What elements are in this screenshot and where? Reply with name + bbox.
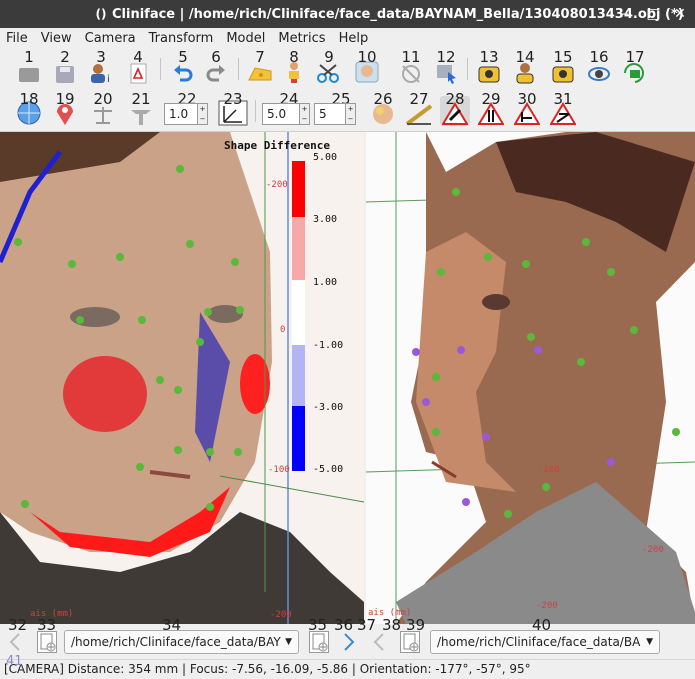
face-mask-button[interactable]: 10 — [352, 48, 382, 84]
pdf-report-button[interactable]: 4 — [123, 48, 153, 84]
view-toolbar: 18 19 20 21 22 1.0 + − 23 24 5.0 + − 25 5 … — [0, 90, 695, 132]
save-icon — [56, 66, 74, 83]
legend-band-mid-low — [292, 345, 305, 406]
left-add-document-button[interactable] — [37, 631, 57, 653]
open-folder-icon — [19, 68, 39, 82]
right-face-render: -100 -200 -200 ais (mm) — [366, 132, 695, 624]
legend-band-neutral — [292, 280, 305, 345]
right-axis-label-b: -200 — [536, 601, 558, 611]
spinbox-a[interactable]: 1.0 — [164, 103, 198, 125]
right-model-path-combo[interactable]: /home/rich/Cliniface/face_data/BA ▼ — [430, 630, 660, 654]
head-brain-button[interactable]: 26 — [368, 90, 398, 126]
legend-label-5: 5.00 — [313, 152, 338, 163]
app-icon: () — [95, 7, 107, 21]
warn-measure-b-button[interactable]: 29 — [476, 90, 506, 126]
left-add-document-button-2[interactable] — [309, 631, 329, 653]
left-3d-viewport[interactable]: -100 0 -200 ais (mm) -200 — [0, 132, 364, 624]
chevron-down-icon: ▼ — [646, 637, 653, 647]
viewport-controls-strip: 32 33 34 35 36 37 38 39 40 /home/rich/Cl… — [0, 616, 695, 659]
spinbox-b[interactable]: 5.0 — [262, 103, 300, 125]
maximize-button[interactable]: □ — [643, 4, 663, 24]
legend-label-neg1: -1.00 — [313, 340, 344, 351]
menu-bar: File View Camera Transform Model Metrics… — [0, 28, 695, 48]
right-3d-viewport[interactable]: -100 -200 -200 ais (mm) — [366, 132, 695, 624]
balance-scale-button[interactable]: 20 — [88, 90, 118, 126]
add-document-icon — [403, 633, 419, 652]
left-face-render: -100 0 -200 ais (mm) -200 — [0, 132, 364, 624]
legend-label-neg3: -3.00 — [313, 402, 344, 413]
chevron-down-icon: ▼ — [285, 637, 292, 647]
align-button[interactable]: 11 — [396, 48, 426, 84]
legend-label-3: 3.00 — [313, 214, 338, 225]
legend-title: Shape Difference — [224, 139, 330, 152]
patient-info-button[interactable]: 3 i — [86, 48, 116, 84]
warn-measure-d-button[interactable]: 31 — [548, 90, 578, 126]
left-prev-arrow-icon[interactable] — [8, 632, 22, 652]
select-button[interactable]: 12 — [431, 48, 461, 84]
spinbox-a-arrows[interactable]: + − — [198, 103, 208, 125]
left-axis-label-c: -200 — [270, 610, 292, 620]
close-button[interactable]: ✕ — [670, 4, 690, 24]
menu-view[interactable]: View — [41, 31, 72, 46]
person-camera-button[interactable]: 14 — [510, 48, 540, 84]
minimize-button[interactable]: – — [615, 4, 635, 24]
symmetry-plane-button[interactable]: 21 — [126, 90, 156, 126]
warn-measure-a-button[interactable]: 28 — [440, 90, 470, 126]
legend-band-low — [292, 406, 305, 471]
ruler-angle-button[interactable]: 27 — [404, 90, 434, 126]
left-axis-label-e: -200 — [266, 180, 288, 190]
camera-status-text: [CAMERA] Distance: 354 mm | Focus: -7.56… — [4, 662, 531, 676]
right-axis-label-a: -100 — [538, 465, 560, 475]
left-model-path-combo[interactable]: /home/rich/Cliniface/face_data/BAY ▼ — [64, 630, 299, 654]
screenshot-button[interactable]: 13 — [474, 48, 504, 84]
left-axis-label-b: 0 — [280, 325, 285, 335]
menu-model[interactable]: Model — [226, 31, 265, 46]
undo-button[interactable]: 5 — [168, 48, 198, 84]
scissors-button[interactable]: 9 — [314, 48, 344, 84]
right-prev-arrow-icon[interactable] — [372, 632, 386, 652]
svg-text:i: i — [107, 74, 110, 84]
right-axis-label-c: -200 — [642, 545, 664, 555]
legend-band-high — [292, 161, 305, 217]
axes-xyz-button[interactable]: 23 — [218, 90, 248, 126]
title-bar: () Cliniface | /home/rich/Cliniface/face… — [0, 0, 695, 28]
open-folder-button[interactable]: 1 — [14, 48, 44, 84]
main-toolbar: 1 2 3 i 4 5 6 7 8 9 10 11 12 13 14 15 16… — [0, 48, 695, 90]
legend-label-1: 1.00 — [313, 277, 338, 288]
cheese-button[interactable]: 7 — [245, 48, 275, 84]
landmark-pin-button[interactable]: 19 — [50, 90, 80, 126]
redo-button[interactable]: 6 — [201, 48, 231, 84]
camera-alt-button[interactable]: 15 — [548, 48, 578, 84]
globe-button[interactable]: 18 — [14, 90, 44, 126]
save-button[interactable]: 2 — [50, 48, 80, 84]
right-add-document-button[interactable] — [400, 631, 420, 653]
spinbox-c[interactable]: 5 — [314, 103, 346, 125]
menu-file[interactable]: File — [6, 31, 28, 46]
video-record-button[interactable]: 17 — [620, 48, 650, 84]
spinbox-c-arrows[interactable]: + − — [346, 103, 356, 125]
legend-band-mid-high — [292, 217, 305, 280]
camera-rotate-button[interactable]: 16 — [584, 48, 614, 84]
left-next-arrow-icon[interactable] — [342, 632, 356, 652]
left-axis-label-a: -100 — [268, 465, 290, 475]
menu-metrics[interactable]: Metrics — [278, 31, 325, 46]
menu-help[interactable]: Help — [339, 31, 369, 46]
menu-camera[interactable]: Camera — [85, 31, 136, 46]
warn-measure-c-button[interactable]: 30 — [512, 90, 542, 126]
add-document-icon — [40, 633, 56, 652]
window-title: Cliniface | /home/rich/Cliniface/face_da… — [112, 6, 684, 22]
status-bar: 41 [CAMERA] Distance: 354 mm | Focus: -7… — [0, 654, 695, 679]
status-num: 41 — [6, 654, 23, 669]
add-document-icon — [312, 633, 328, 652]
menu-transform[interactable]: Transform — [149, 31, 214, 46]
legend-label-neg5: -5.00 — [313, 464, 344, 475]
paint-person-button[interactable]: 8 — [279, 48, 309, 84]
spinbox-b-arrows[interactable]: + − — [300, 103, 310, 125]
